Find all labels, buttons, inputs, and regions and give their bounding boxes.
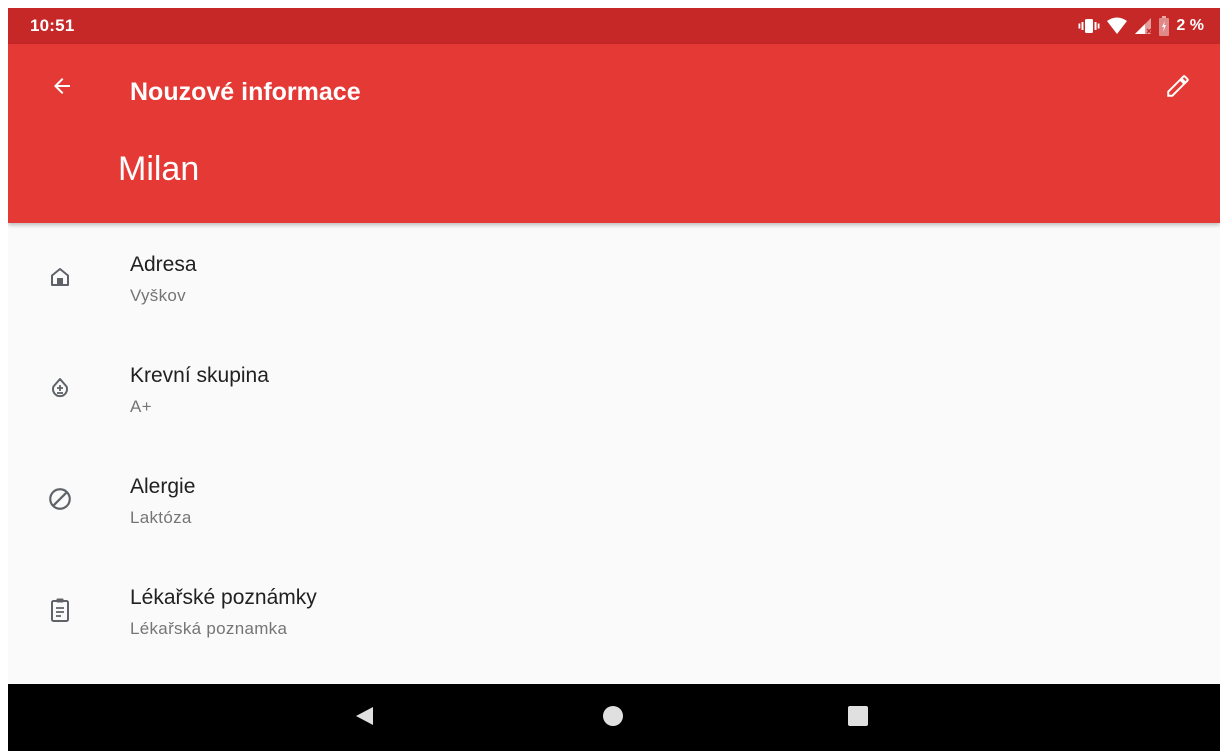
- item-label: Adresa: [130, 253, 197, 276]
- item-label: Lékařské poznámky: [130, 586, 317, 609]
- list-item-address[interactable]: Adresa Vyškov: [8, 223, 1220, 334]
- blood-drop-icon: [46, 374, 74, 402]
- item-label: Alergie: [130, 475, 196, 498]
- signal-icon: [1134, 17, 1152, 35]
- info-list: Adresa Vyškov Krevní skupina A+ Alergie …: [8, 223, 1220, 667]
- item-value: Laktóza: [130, 508, 192, 527]
- item-value: Vyškov: [130, 286, 186, 305]
- page-title: Nouzové informace: [130, 78, 361, 106]
- back-triangle-icon: [353, 705, 375, 732]
- status-bar: 10:51 2 %: [8, 8, 1220, 44]
- status-time: 10:51: [30, 16, 75, 35]
- home-icon: [46, 263, 74, 291]
- battery-percent: 2 %: [1176, 17, 1204, 34]
- status-icons: 2 %: [1078, 14, 1204, 38]
- item-value: A+: [130, 397, 152, 416]
- item-label: Krevní skupina: [130, 364, 269, 387]
- item-value: Lékařská poznamka: [130, 619, 288, 638]
- clipboard-icon: [46, 596, 74, 624]
- list-item-medical-notes[interactable]: Lékařské poznámky Lékařská poznamka: [8, 556, 1220, 667]
- nav-recents-button[interactable]: [842, 702, 874, 734]
- list-item-blood-type[interactable]: Krevní skupina A+: [8, 334, 1220, 445]
- list-item-allergies[interactable]: Alergie Laktóza: [8, 445, 1220, 556]
- nav-back-button[interactable]: [348, 702, 380, 734]
- pencil-icon: [1165, 73, 1191, 104]
- recents-square-icon: [847, 705, 869, 732]
- wifi-icon: [1106, 17, 1128, 35]
- user-name: Milan: [118, 150, 200, 188]
- navigation-bar: [8, 684, 1220, 751]
- home-circle-icon: [602, 705, 624, 732]
- nav-home-button[interactable]: [597, 702, 629, 734]
- edit-button[interactable]: [1158, 68, 1198, 108]
- arrow-back-icon: [50, 74, 74, 103]
- device-screen: 10:51 2 % Nouzové informace Milan Adresa…: [8, 8, 1220, 751]
- battery-icon: [1158, 16, 1170, 36]
- vibrate-icon: [1078, 17, 1100, 35]
- block-icon: [46, 485, 74, 513]
- back-button[interactable]: [42, 68, 82, 108]
- app-bar: Nouzové informace Milan: [8, 44, 1220, 223]
